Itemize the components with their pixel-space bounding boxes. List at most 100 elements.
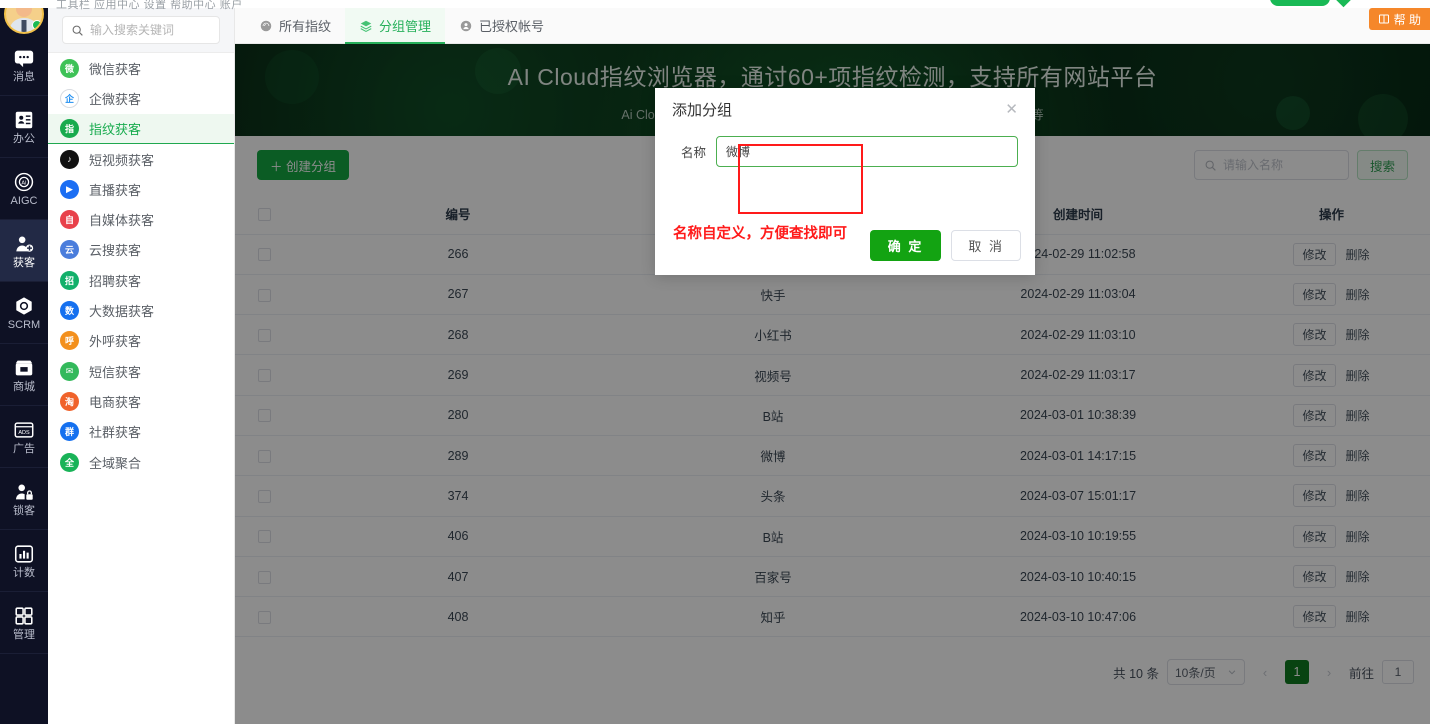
channel-item-4[interactable]: ▶ 直播获客 [48,174,234,204]
name-field-label: 名称 [680,146,706,160]
channel-label: 短视频获客 [89,152,155,168]
recruit-icon: 招 [60,270,79,290]
name-form-row: 名称 [672,136,1018,167]
top-strip-text: 工具栏 应用中心 设置 帮助中心 账户 [56,0,243,11]
avatar-tie [21,20,27,32]
channel-label: 全域聚合 [89,455,142,471]
live-icon: ▶ [60,179,79,199]
channel-item-8[interactable]: 数大数据获客 [48,295,234,325]
channel-label: 微信获客 [89,61,142,77]
app-root: 工具栏 应用中心 设置 帮助中心 账户 消息 办公 AI AIGC 获客 SCR… [0,0,1430,724]
rail-label-office: 办公 [13,132,35,145]
help-button[interactable]: 帮 助 [1368,8,1430,30]
channel-item-0[interactable]: 微微信获客 [48,53,234,83]
user-lock-icon [15,483,33,500]
rail-item-messages[interactable]: 消息 [0,34,48,96]
cube-icon [16,296,32,315]
window-top-strip: 工具栏 应用中心 设置 帮助中心 账户 [0,0,1430,11]
rail-label-messages: 消息 [13,70,35,83]
modal-header: 添加分组 ✕ [655,88,1035,130]
channel-item-2[interactable]: 指指纹获客 [48,113,234,144]
tab-group-management[interactable]: 分组管理 [345,8,446,44]
annotation-hint-text: 名称自定义，方便查找即可 [673,226,847,242]
channel-item-6[interactable]: 云云搜获客 [48,235,234,265]
book-icon [1378,14,1389,24]
ai-circle-icon: AI [14,172,34,191]
add-group-modal: 添加分组 ✕ 名称 名称自定义，方便查找即可 确 定 取 消 [655,88,1035,275]
rail-item-acquire[interactable]: 获客 [0,220,48,282]
user-plus-icon [16,235,34,252]
rail-item-mall[interactable]: 商城 [0,344,48,406]
wechat-icon: 微 [60,58,79,78]
user-check-icon [460,20,472,31]
sms-icon: ✉ [60,361,79,381]
top-green-pill[interactable] [1270,0,1330,6]
rail-item-office[interactable]: 办公 [0,96,48,158]
channel-item-1[interactable]: 企企微获客 [48,83,234,113]
channel-label: 短信获客 [89,364,142,380]
channel-item-10[interactable]: ✉ 短信获客 [48,356,234,386]
ads-window-icon: ADS [14,421,34,438]
rail-label-manage: 管理 [13,628,35,641]
channel-label: 大数据获客 [89,304,155,320]
help-label: 帮 助 [1393,12,1421,27]
group-name-input[interactable] [716,136,1018,167]
tab-bar: 所有指纹 分组管理 已授权帐号 [235,8,1430,44]
confirm-button[interactable]: 确 定 [869,230,942,261]
channel-label: 直播获客 [89,182,142,198]
channel-label: 云搜获客 [89,243,142,259]
ecommerce-icon: 淘 [60,391,79,411]
tab-label-group-management: 分组管理 [379,19,432,34]
channel-item-7[interactable]: 招招聘获客 [48,265,234,295]
channel-list: 微微信获客企企微获客指指纹获客 ♪ 短视频获客 ▶ 直播获客自自媒体获客云云搜获客招招聘… [48,53,234,477]
channel-item-12[interactable]: 群社群获客 [48,417,234,447]
call-icon: 呼 [60,331,79,351]
tab-label-authorized-accounts: 已授权帐号 [479,19,545,34]
rail-label-stats: 计数 [13,566,35,579]
panel-search-area [48,8,234,53]
channel-label: 企微获客 [89,91,142,107]
top-green-diamond-icon [1335,0,1352,8]
channel-item-11[interactable]: 淘电商获客 [48,386,234,416]
cancel-button[interactable]: 取 消 [951,230,1021,261]
rail-item-ads[interactable]: ADS 广告 [0,406,48,468]
modal-title: 添加分组 [672,101,733,119]
channel-label: 自媒体获客 [89,213,155,229]
wecom-icon: 企 [60,88,79,108]
rail-item-stats[interactable]: 计数 [0,530,48,592]
channel-item-3[interactable]: ♪ 短视频获客 [48,144,234,174]
close-icon[interactable]: ✕ [1005,102,1018,117]
rail-item-scrm[interactable]: SCRM [0,282,48,344]
aggregate-icon: 全 [60,452,79,472]
fingerprint-icon [260,20,272,31]
panel-search-input[interactable] [90,23,210,37]
channel-item-13[interactable]: 全全域聚合 [48,447,234,477]
rail-item-manage[interactable]: 管理 [0,592,48,654]
rail-label-mall: 商城 [13,380,35,393]
tab-all-fingerprints[interactable]: 所有指纹 [245,8,345,43]
shop-icon [15,360,33,375]
layers-icon [360,20,372,32]
contact-card-icon [15,111,33,128]
channel-label: 外呼获客 [89,334,142,350]
channel-label: 电商获客 [89,394,142,410]
rail-label-ads: 广告 [13,442,35,455]
rail-label-aigc: AIGC [10,194,38,207]
grid-squares-icon [15,606,33,625]
left-rail: 消息 办公 AI AIGC 获客 SCRM 商城 ADS 广告 锁客 计数 管理 [0,0,48,724]
channel-label: 社群获客 [89,425,142,441]
bar-chart-icon [14,544,34,563]
channel-item-5[interactable]: 自自媒体获客 [48,204,234,234]
chat-bubble-icon [14,50,34,67]
community-icon: 群 [60,422,79,442]
panel-search-box[interactable] [62,16,220,44]
bigdata-icon: 数 [60,301,79,321]
channel-item-9[interactable]: 呼外呼获客 [48,326,234,356]
rail-label-scrm: SCRM [7,318,41,331]
rail-item-lock[interactable]: 锁客 [0,468,48,530]
tab-authorized-accounts[interactable]: 已授权帐号 [445,8,558,43]
rail-item-aigc[interactable]: AI AIGC [0,158,48,220]
media-icon: 自 [60,210,79,230]
channel-label: 招聘获客 [89,273,142,289]
svg-text:ADS: ADS [18,430,30,436]
